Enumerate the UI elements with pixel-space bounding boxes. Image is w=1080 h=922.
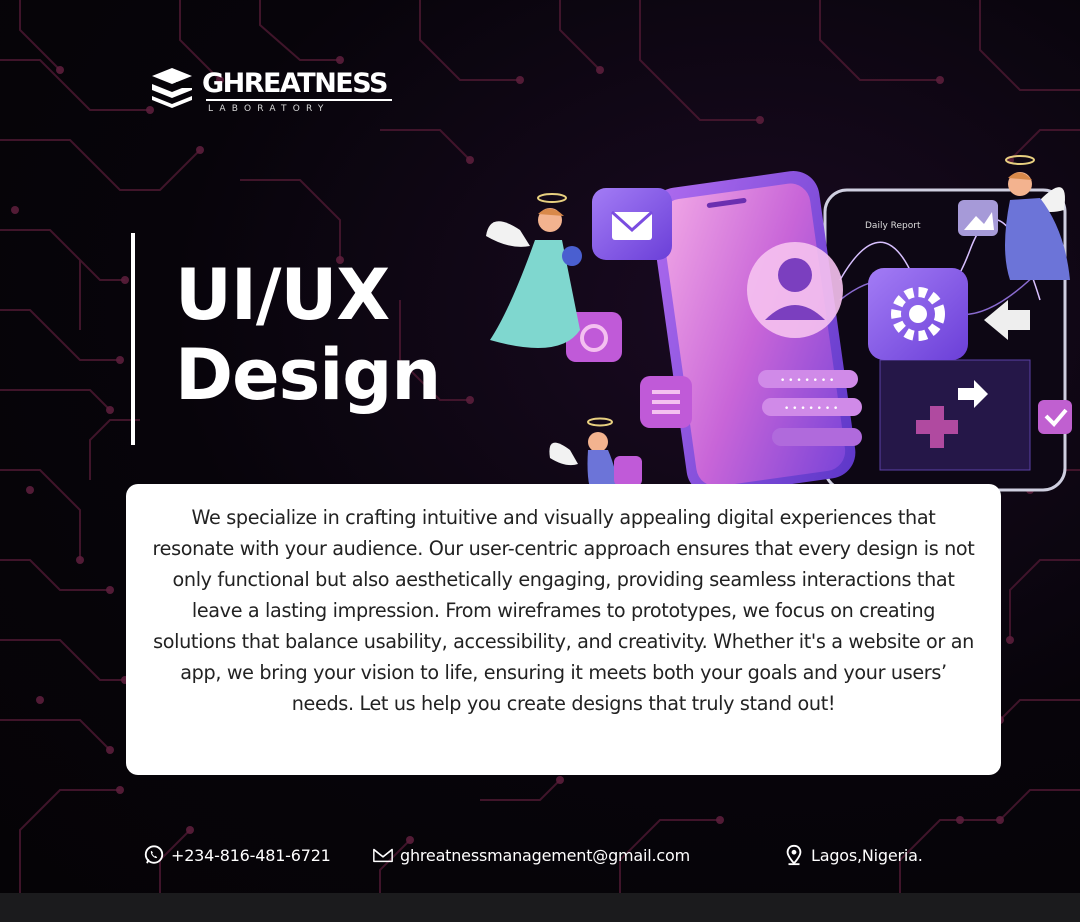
brand-logo: GHREATNESS LABORATORY xyxy=(148,64,408,124)
logo-mark-icon xyxy=(152,68,192,108)
bottom-bar xyxy=(0,893,1080,922)
angel-left-figure xyxy=(486,193,582,348)
location-text: Lagos,Nigeria. xyxy=(811,845,923,865)
mail-icon xyxy=(373,848,393,863)
location-pin-icon xyxy=(786,844,802,866)
image-tile-icon xyxy=(958,200,998,236)
brand-name: GHREATNESS xyxy=(202,68,388,99)
headline-accent-bar xyxy=(131,233,135,445)
email-address: ghreatnessmanagement@gmail.com xyxy=(400,845,690,865)
report-label: Daily Report xyxy=(865,221,921,231)
brand-divider xyxy=(206,99,392,101)
check-tile-icon xyxy=(1038,400,1072,434)
mail-tile-icon xyxy=(592,188,672,260)
headline: UI/UX Design xyxy=(175,254,441,416)
description-card: We specialize in crafting intuitive and … xyxy=(126,484,1001,775)
contact-email[interactable]: ghreatnessmanagement@gmail.com xyxy=(372,842,690,868)
contact-location[interactable]: Lagos,Nigeria. xyxy=(783,842,923,868)
gear-tile-icon xyxy=(868,268,968,360)
contact-phone[interactable]: +234-816-481-6721 xyxy=(143,842,331,868)
svg-text:• • • • • • •: • • • • • • • xyxy=(780,376,834,386)
list-tile-icon xyxy=(640,376,692,428)
headline-line-2: Design xyxy=(175,334,441,416)
headline-line-1: UI/UX xyxy=(175,254,390,336)
ui-design-illustration: Daily Report • • • • • • • • • • • • • • xyxy=(486,155,1072,495)
whatsapp-icon xyxy=(144,845,164,864)
phone-number: +234-816-481-6721 xyxy=(171,845,331,865)
poster: GHREATNESS LABORATORY UI/UX Design Daily… xyxy=(0,0,1080,893)
brand-subtitle: LABORATORY xyxy=(208,104,330,114)
description-text: We specialize in crafting intuitive and … xyxy=(152,506,975,715)
svg-text:• • • • • • •: • • • • • • • xyxy=(784,404,838,414)
